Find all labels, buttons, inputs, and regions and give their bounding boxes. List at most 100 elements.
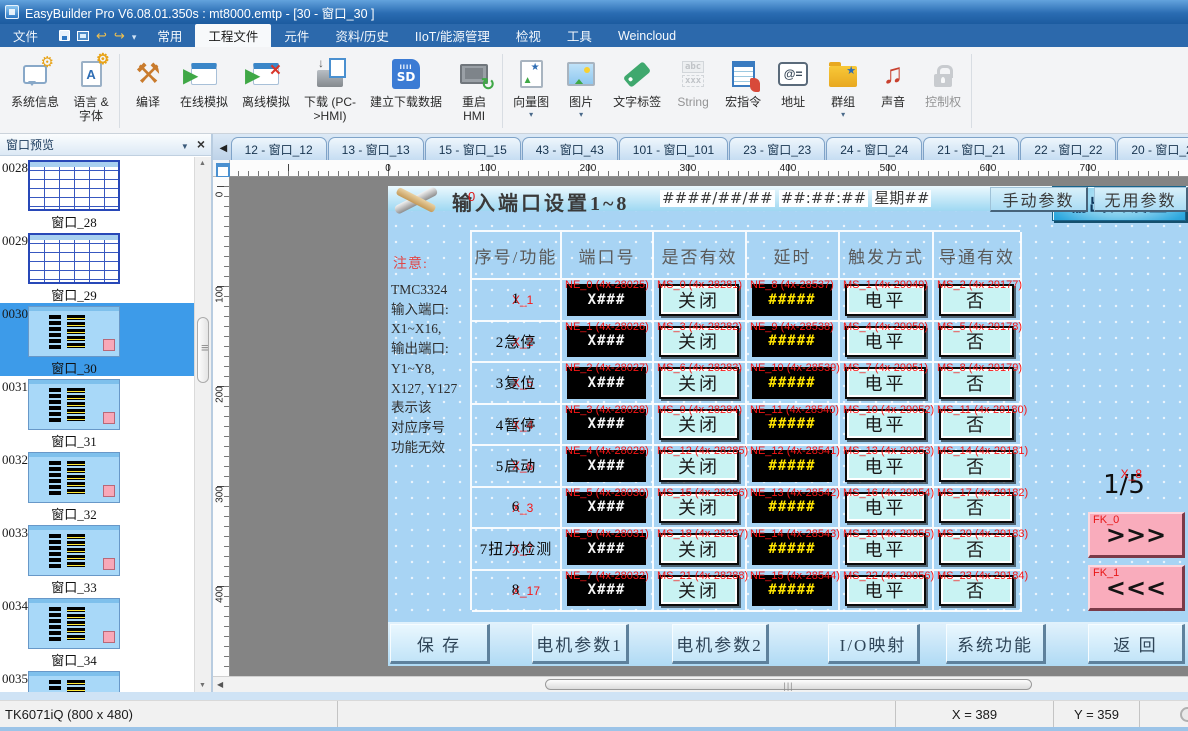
conduct-cell[interactable]: 否 MS_2 (4x-29177): [934, 280, 1022, 322]
export-icon[interactable]: [77, 31, 89, 41]
close-icon[interactable]: [197, 138, 205, 152]
page-next-button[interactable]: FK_0 >>>: [1088, 512, 1185, 558]
seq-cell[interactable]: X_17 8: [472, 571, 562, 613]
port-cell[interactable]: X### NE_2 (4x-28027): [562, 363, 654, 405]
valid-cell[interactable]: 关闭 MS_3 (4x-28282): [654, 322, 747, 364]
trigger-cell[interactable]: 电平 MS_16 (4x-29054): [840, 488, 934, 530]
window-tab[interactable]: 24 - 窗口_24: [826, 137, 922, 160]
quick-access-more-icon[interactable]: [132, 29, 137, 43]
window-tab[interactable]: 12 - 窗口_12: [231, 137, 327, 160]
seq-cell[interactable]: X_6 5启动: [472, 446, 562, 488]
undo-icon[interactable]: [96, 28, 107, 44]
port-cell[interactable]: X### NE_5 (4x-28030): [562, 488, 654, 530]
seq-cell[interactable]: X_7 7扭力检测: [472, 529, 562, 571]
compile-button[interactable]: 编译: [123, 50, 173, 132]
scrollbar-thumb[interactable]: [545, 679, 1032, 690]
window-thumbnail[interactable]: [28, 160, 120, 211]
group-button[interactable]: 群组▾: [818, 50, 868, 132]
window-preview-item[interactable]: 0033 窗口_33: [0, 522, 194, 595]
valid-cell[interactable]: 关闭 MS_0 (4x-28281): [654, 280, 747, 322]
page-prev-button[interactable]: FK_1 <<<: [1088, 565, 1185, 611]
hmi-bottom-button[interactable]: 电机参数2: [672, 624, 769, 664]
save-icon[interactable]: [59, 30, 70, 41]
menu-weincloud[interactable]: Weincloud: [605, 24, 689, 47]
port-cell[interactable]: X### NE_6 (4x-28031): [562, 529, 654, 571]
conduct-cell[interactable]: 否 MS_8 (4x-29179): [934, 363, 1022, 405]
trigger-cell[interactable]: 电平 MS_10 (4x-29052): [840, 405, 934, 447]
chevron-down-icon[interactable]: ▾: [579, 111, 583, 119]
redo-icon[interactable]: [114, 28, 125, 44]
param-button[interactable]: 手动参数: [990, 187, 1088, 212]
build-download-data-button[interactable]: 建立下载数据: [363, 50, 449, 132]
macro-button[interactable]: 宏指令: [718, 50, 768, 132]
port-cell[interactable]: X### NE_0 (4x-28025): [562, 280, 654, 322]
port-cell[interactable]: X### NE_4 (4x-28029): [562, 446, 654, 488]
port-cell[interactable]: X### NE_1 (4x-28026): [562, 322, 654, 364]
trigger-cell[interactable]: 电平 MS_13 (4x-29053): [840, 446, 934, 488]
conduct-cell[interactable]: 否 MS_17 (4x-29182): [934, 488, 1022, 530]
online-simulation-button[interactable]: 在线模拟: [173, 50, 235, 132]
valid-cell[interactable]: 关闭 MS_18 (4x-28287): [654, 529, 747, 571]
menu-project-file[interactable]: 工程文件: [195, 24, 271, 47]
io-settings-table[interactable]: 序号/功能端口号是否有效延时触发方式导通有效 X_1 1 X### NE_0 (…: [470, 230, 1020, 610]
offline-simulation-button[interactable]: 离线模拟: [235, 50, 297, 132]
window-thumbnail[interactable]: [28, 379, 120, 430]
window-preview-item[interactable]: 0035: [0, 668, 194, 692]
valid-cell[interactable]: 关闭 MS_12 (4x-28285): [654, 446, 747, 488]
trigger-cell[interactable]: 电平 MS_22 (4x-29056): [840, 571, 934, 613]
valid-cell[interactable]: 关闭 MS_15 (4x-28286): [654, 488, 747, 530]
port-cell[interactable]: X### NE_7 (4x-28032): [562, 571, 654, 613]
delay-cell[interactable]: ##### NE_9 (4x-28538): [747, 322, 840, 364]
time-display[interactable]: ##:##:##: [779, 190, 869, 207]
download-pc-hmi-button[interactable]: 下载 (PC->HMI): [297, 50, 363, 132]
menu-common[interactable]: 常用: [144, 24, 195, 47]
text-label-button[interactable]: 文字标签: [606, 50, 668, 132]
ruler-corner-button[interactable]: [213, 160, 230, 177]
window-preview-item[interactable]: 0031 窗口_31: [0, 376, 194, 449]
chevron-down-icon[interactable]: ▾: [529, 111, 533, 119]
language-font-button[interactable]: 语言 &字体: [66, 50, 116, 132]
panel-dropdown-icon[interactable]: [181, 138, 189, 152]
menu-data-history[interactable]: 资料/历史: [322, 24, 401, 47]
tab-scroll-left-icon[interactable]: [216, 138, 231, 158]
hmi-bottom-button[interactable]: 电机参数1: [532, 624, 629, 664]
picture-button[interactable]: 图片▾: [556, 50, 606, 132]
valid-cell[interactable]: 关闭 MS_9 (4x-28284): [654, 405, 747, 447]
address-button[interactable]: 地址: [768, 50, 818, 132]
trigger-cell[interactable]: 电平 MS_7 (4x-29051): [840, 363, 934, 405]
window-tab[interactable]: 15 - 窗口_15: [425, 137, 521, 160]
window-preview-item[interactable]: 0030 窗口_30: [0, 303, 194, 376]
delay-cell[interactable]: ##### NE_13 (4x-28542): [747, 488, 840, 530]
hmi-bottom-button[interactable]: 保 存: [390, 624, 490, 664]
window-preview-item[interactable]: 0028 窗口_28: [0, 157, 194, 230]
trigger-cell[interactable]: 电平 MS_1 (4x-29049): [840, 280, 934, 322]
window-tab[interactable]: 13 - 窗口_13: [328, 137, 424, 160]
delay-cell[interactable]: ##### NE_11 (4x-28540): [747, 405, 840, 447]
window-tab[interactable]: 21 - 窗口_21: [923, 137, 1019, 160]
delay-cell[interactable]: ##### NE_12 (4x-28541): [747, 446, 840, 488]
menu-object[interactable]: 元件: [271, 24, 322, 47]
window-tab[interactable]: 101 - 窗口_101: [619, 137, 728, 160]
vector-graphics-button[interactable]: 向量图▾: [506, 50, 556, 132]
menu-file[interactable]: 文件: [0, 24, 51, 47]
valid-cell[interactable]: 关闭 MS_6 (4x-28283): [654, 363, 747, 405]
page-indicator[interactable]: X_8 1/5: [1092, 470, 1156, 500]
valid-cell[interactable]: 关闭 MS_21 (4x-28288): [654, 571, 747, 613]
system-info-button[interactable]: 系统信息: [4, 50, 66, 132]
seq-cell[interactable]: X_5 3复位: [472, 363, 562, 405]
window-thumbnail[interactable]: [28, 233, 120, 284]
hmi-design-canvas[interactable]: 输入端口设置1~8 0 ####/##/## ##:##:## 星期## 手动参…: [388, 186, 1188, 666]
hmi-bottom-button[interactable]: 系统功能: [946, 624, 1046, 664]
conduct-cell[interactable]: 否 MS_11 (4x-29180): [934, 405, 1022, 447]
window-preview-item[interactable]: 0029 窗口_29: [0, 230, 194, 303]
zoom-knob-icon[interactable]: [1180, 707, 1188, 722]
conduct-cell[interactable]: 否 MS_23 (4x-29184): [934, 571, 1022, 613]
note-text[interactable]: TMC3324输入端口:X1~X16,输出端口:Y1~Y8,X127, Y127…: [391, 280, 471, 457]
window-thumbnail[interactable]: [28, 671, 120, 692]
window-tab[interactable]: 23 - 窗口_23: [729, 137, 825, 160]
delay-cell[interactable]: ##### NE_15 (4x-28544): [747, 571, 840, 613]
param-button[interactable]: 无用参数: [1094, 187, 1188, 212]
hmi-bottom-button[interactable]: 返 回: [1088, 624, 1185, 664]
delay-cell[interactable]: ##### NE_8 (4x-28537): [747, 280, 840, 322]
hmi-bottom-button[interactable]: I/O映射: [828, 624, 920, 664]
